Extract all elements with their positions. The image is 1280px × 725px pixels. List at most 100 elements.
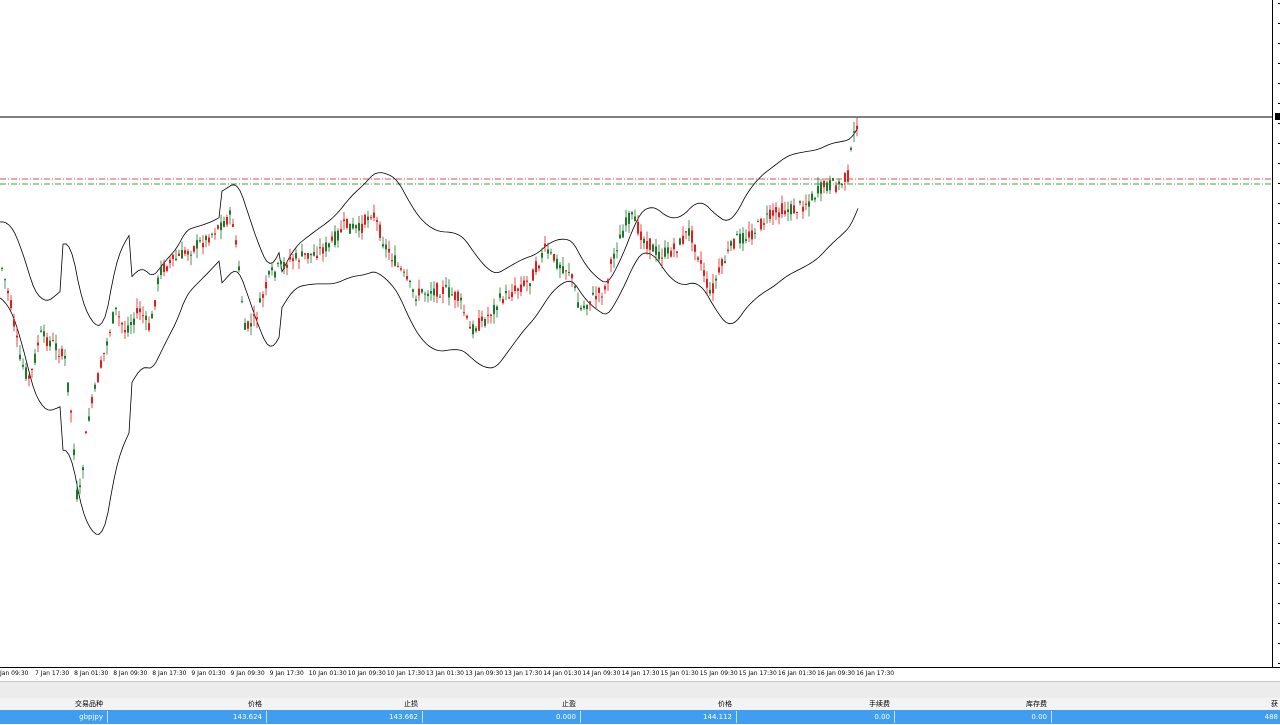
candle-body [268, 271, 270, 275]
candle-body [796, 212, 798, 213]
candle-body [445, 285, 447, 287]
candle-body [526, 280, 528, 282]
candle-body [724, 261, 726, 263]
candle-body [517, 288, 519, 291]
price-scale[interactable] [1272, 0, 1280, 667]
table-cell: 143.624 [233, 713, 262, 721]
candle-body [256, 317, 258, 319]
candle-body [673, 243, 675, 250]
price-chart[interactable] [0, 0, 1272, 667]
candle-body [496, 306, 498, 310]
time-axis-label: 15 Jan 01:30 [660, 670, 699, 677]
candle-body [469, 326, 471, 329]
candle-body [382, 244, 384, 247]
column-header[interactable]: 止盈 [496, 698, 576, 710]
candle-body [346, 218, 348, 228]
candle-body [769, 209, 771, 219]
column-header[interactable]: 止损 [338, 698, 418, 710]
column-header[interactable]: 交易品种 [43, 698, 103, 710]
column-header[interactable]: 库存费 [967, 698, 1047, 710]
candle-body [43, 331, 45, 337]
candle-body [142, 315, 144, 317]
time-axis-label: 13 Jan 01:30 [426, 670, 464, 677]
candle-body [745, 239, 747, 241]
candle-body [595, 295, 597, 300]
candle-body [82, 467, 84, 471]
column-header[interactable]: 手续费 [810, 698, 890, 710]
candle-body [778, 212, 780, 218]
candle-body [349, 223, 351, 234]
candle-body [616, 250, 618, 252]
time-axis-label: 9 Jan 17:30 [269, 670, 304, 677]
time-axis-label: 14 Jan 09:30 [582, 670, 621, 677]
candle-body [682, 235, 684, 244]
candle-body [424, 293, 426, 295]
candle-body [805, 203, 807, 205]
candle-body [400, 268, 402, 270]
candle-body [679, 238, 681, 245]
candle-body [394, 255, 396, 266]
candle-body [835, 185, 837, 192]
candle-body [523, 280, 525, 286]
candle-body [310, 253, 312, 256]
candle-body [70, 410, 72, 413]
candle-body [553, 254, 555, 261]
candlestick-chart[interactable] [0, 0, 1272, 667]
candle-body [334, 231, 336, 245]
candle-body [484, 319, 486, 326]
candle-body [352, 223, 354, 229]
time-axis-label: 9 Jan 09:30 [230, 670, 265, 677]
candle-body [826, 182, 828, 191]
time-axis-label: 8 Jan 17:30 [152, 670, 187, 677]
candle-body [73, 449, 75, 456]
toolbox-divider[interactable] [0, 681, 1280, 699]
candle-body [490, 314, 492, 317]
candle-body [397, 265, 399, 267]
table-row[interactable]: gbpjpy 143.624 143.662 0.000 144.112 0.00 0.00… [0, 710, 1280, 724]
candle-body [391, 260, 393, 262]
candle-body [505, 291, 507, 294]
candle-body [739, 233, 741, 244]
time-axis-label: 14 Jan 17:30 [621, 670, 660, 677]
candle-body [127, 325, 129, 333]
candle-body [502, 299, 504, 304]
column-header[interactable]: 获 [1218, 698, 1278, 710]
candle-body [670, 250, 672, 257]
candle-body [700, 260, 702, 264]
candle-body [16, 335, 18, 338]
column-header[interactable]: 价格 [652, 698, 732, 710]
candle-body [238, 266, 240, 271]
candle-body [379, 224, 381, 238]
table-cell: gbpjpy [79, 713, 103, 721]
candle-body [574, 286, 576, 288]
candle-body [34, 353, 36, 363]
candle-body [691, 230, 693, 243]
candle-body [304, 253, 306, 255]
candle-body [601, 296, 603, 298]
candle-body [457, 291, 459, 301]
time-axis-label: 13 Jan 09:30 [465, 670, 504, 677]
candle-body [277, 263, 279, 265]
candle-body [325, 242, 327, 252]
candle-body [406, 276, 408, 280]
candle-body [556, 258, 558, 269]
candle-body [646, 241, 648, 249]
candle-body [340, 228, 342, 233]
candle-body [793, 205, 795, 214]
candle-body [685, 231, 687, 233]
time-axis-label: 10 Jan 01:30 [308, 670, 347, 677]
candle-body [40, 330, 42, 332]
column-header[interactable]: 价格 [182, 698, 262, 710]
candle-body [676, 251, 678, 253]
positions-table-header: 交易品种 价格 止损 止盈 价格 手续费 库存费 获 [0, 698, 1280, 710]
candle-body [172, 254, 174, 259]
candle-body [433, 288, 435, 296]
table-cell: 0.00 [1031, 713, 1047, 721]
candle-body [217, 225, 219, 229]
candle-body [307, 253, 309, 259]
candle-body [733, 239, 735, 249]
time-axis-label: 16 Jan 17:30 [856, 670, 895, 677]
candle-body [688, 228, 690, 236]
candle-body [514, 285, 516, 291]
candle-body [100, 360, 102, 368]
